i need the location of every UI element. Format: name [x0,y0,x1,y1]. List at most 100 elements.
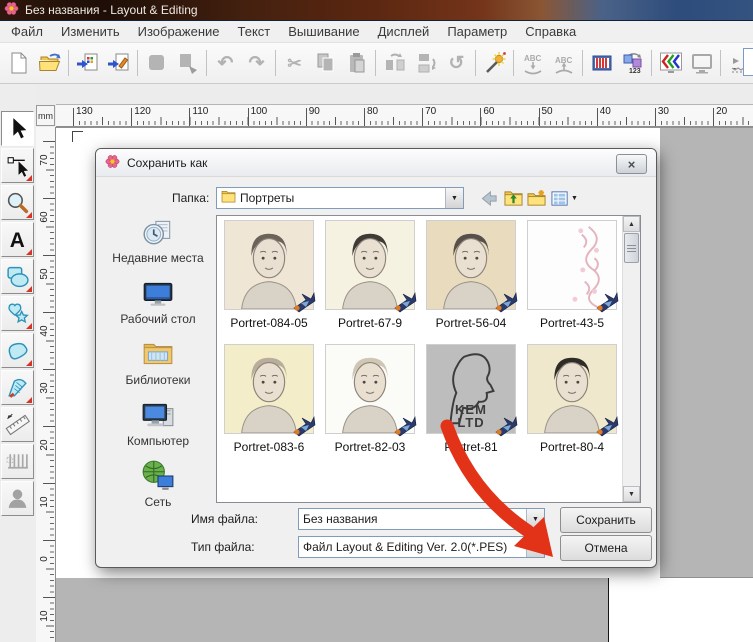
basic-shapes-tool-button[interactable] [1,259,34,294]
folder-dropdown-button[interactable]: ▼ [445,188,463,208]
menu-item[interactable]: Изображение [129,22,229,41]
window-title: Без названия - Layout & Editing [25,3,198,17]
places-item-label: Библиотеки [125,374,190,387]
menu-item[interactable]: Вышивание [279,22,368,41]
magic-wand-button[interactable] [479,47,510,79]
filename-dropdown-button[interactable]: ▼ [526,509,544,529]
toolbar-separator [582,50,583,76]
app-flower-icon [4,1,19,19]
menu-item[interactable]: Изменить [52,22,129,41]
view-menu-button[interactable]: ▼ [549,188,580,209]
file-item[interactable]: Portret-56-04 [423,220,519,344]
places-item[interactable]: Рабочий стол [120,276,195,326]
paste-button[interactable] [341,47,372,79]
new-folder-button[interactable] [526,188,547,209]
zoom-tool-button[interactable] [1,185,34,220]
file-item[interactable]: Portret-43-5 [524,220,620,344]
places-item[interactable]: Компьютер [127,398,189,448]
thread-palette-button[interactable] [586,47,617,79]
flip-vertical-button[interactable] [410,47,441,79]
file-item[interactable]: Portret-67-9 [322,220,418,344]
scroll-down-button[interactable]: ▼ [623,486,640,502]
portrait-tool-button[interactable] [1,481,34,516]
folder-icon [221,190,236,206]
new-file-button[interactable] [3,47,34,79]
save-button[interactable] [141,47,172,79]
cancel-button[interactable]: Отмена [560,535,652,561]
computer-icon [141,398,175,432]
file-name: Portret-82-03 [335,440,406,454]
up-one-level-button[interactable] [503,188,524,209]
realistic-view-button[interactable] [655,47,686,79]
back-button[interactable] [479,188,500,209]
places-item[interactable]: Недавние места [112,215,203,265]
save-confirm-button[interactable]: Сохранить [560,507,652,533]
page-edge-line [608,578,609,642]
places-item-label: Рабочий стол [120,313,195,326]
filetype-dropdown-button[interactable]: ▼ [526,537,544,557]
toolbar-separator [206,50,207,76]
cut-button[interactable]: ✂ [279,47,310,79]
measure-tool-button[interactable] [1,407,34,442]
export-button[interactable] [172,47,203,79]
rotate-button[interactable]: ↺ [441,47,472,79]
filetype-combobox[interactable]: Файл Layout & Editing Ver. 2.0(*.PES) ▼ [298,536,545,558]
places-item[interactable]: Библиотеки [125,337,190,387]
filename-combobox[interactable]: Без названия ▼ [298,508,545,530]
redo-button[interactable]: ↷ [241,47,272,79]
menu-item[interactable]: Текст [229,22,280,41]
places-item-label: Недавние места [112,252,203,265]
clipped-toolbar-button[interactable] [743,48,753,76]
open-file-button[interactable] [34,47,65,79]
flip-horizontal-button[interactable] [379,47,410,79]
file-item[interactable]: Portret-084-05 [221,220,317,344]
preview-button[interactable] [686,47,717,79]
ruler-number: 110 [189,105,247,126]
toolbar-separator [375,50,376,76]
ruler-number: 80 [364,105,422,126]
svg-text:123: 123 [629,68,641,75]
scroll-up-button[interactable]: ▲ [623,216,640,232]
select-tool-button[interactable] [1,111,34,146]
text-arc-down-button[interactable]: ABC [517,47,548,79]
menu-item[interactable]: Параметр [438,22,516,41]
menu-item[interactable]: Справка [516,22,585,41]
scrollbar-thumb[interactable] [624,233,639,263]
free-shape-tool-button[interactable] [1,333,34,368]
text-tool-button[interactable]: A [1,222,34,257]
toolbar-separator [651,50,652,76]
application-window: Без названия - Layout & Editing ФайлИзме… [0,0,753,642]
save-as-dialog: Сохранить как × Папка: Портреты ▼ ▼ [95,148,657,568]
outline-shapes-tool-button[interactable] [1,296,34,331]
file-item[interactable]: Portret-80-4 [524,344,620,468]
file-item[interactable]: Portret-083-6 [221,344,317,468]
vertical-ruler: 70605040302010010 [36,127,56,642]
desktop-icon [141,276,175,310]
file-grid: Portret-084-05 [217,216,622,502]
file-thumbnail [224,344,314,434]
folder-combobox[interactable]: Портреты ▼ [216,187,464,209]
import-image-button[interactable] [72,47,103,79]
file-item[interactable]: Portret-82-03 [322,344,418,468]
text-arc-up-button[interactable]: ABC [548,47,579,79]
undo-button[interactable]: ↶ [210,47,241,79]
title-bar[interactable]: Без названия - Layout & Editing [0,0,753,21]
ruler-number: 60 [36,198,55,255]
menu-item[interactable]: Дисплей [369,22,439,41]
embroidery-badge-icon [594,291,620,313]
copy-button[interactable] [310,47,341,79]
close-button[interactable]: × [616,154,647,174]
stitch-edit-tool-button[interactable] [1,444,34,479]
point-edit-tool-button[interactable] [1,148,34,183]
embroidery-badge-icon [291,291,317,313]
menu-item[interactable]: Файл [2,22,52,41]
file-item[interactable]: KEM LTD Portret-81 [423,344,519,468]
image-to-stitch-wizard-button[interactable] [103,47,134,79]
places-item[interactable]: Сеть [141,459,175,509]
sewing-order-button[interactable]: 123 [617,47,648,79]
dialog-flower-icon [105,154,120,172]
file-name: Portret-084-05 [230,316,307,330]
manual-punch-tool-button[interactable] [1,370,34,405]
file-list-scrollbar[interactable]: ▲ ▼ [622,216,640,502]
dialog-title-bar[interactable]: Сохранить как [96,149,656,177]
